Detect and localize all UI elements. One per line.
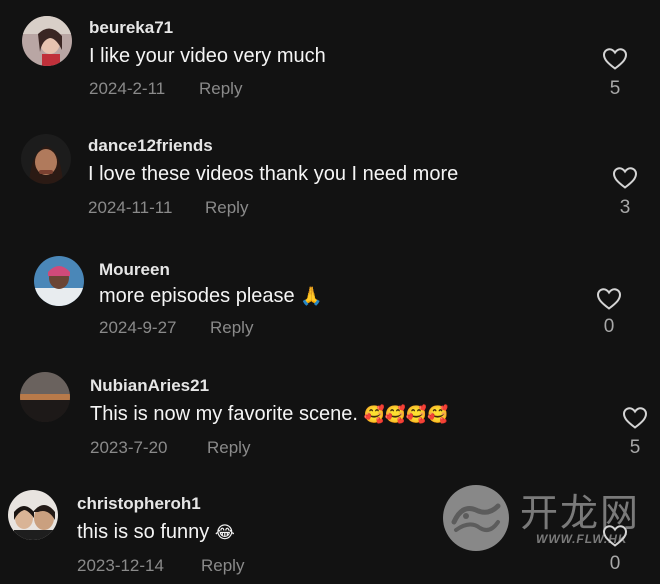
comment-date: 2023-12-14 bbox=[77, 556, 164, 575]
heart-icon[interactable] bbox=[602, 524, 628, 548]
reply-button[interactable]: Reply bbox=[210, 318, 253, 338]
comment-date: 2024-11-11 bbox=[88, 198, 173, 217]
comment-text: I like your video very much bbox=[89, 45, 326, 67]
like-count: 5 bbox=[609, 78, 621, 99]
like-count: 3 bbox=[619, 197, 631, 218]
fengling-logo-icon bbox=[443, 485, 509, 551]
comment-text-body: This is now my favorite scene. bbox=[90, 403, 358, 425]
comment-text: this is so funny 😂 bbox=[77, 521, 235, 544]
avatar[interactable] bbox=[34, 256, 84, 306]
comment-date: 2024-9-27 bbox=[99, 318, 177, 337]
comment-text: I love these videos thank you I need mor… bbox=[88, 163, 459, 185]
avatar[interactable] bbox=[22, 16, 72, 66]
group-photo-icon bbox=[8, 490, 58, 540]
comment-username[interactable]: beureka71 bbox=[89, 18, 173, 38]
avatar[interactable] bbox=[8, 490, 58, 540]
reply-button[interactable]: Reply bbox=[207, 438, 250, 458]
reply-button[interactable]: Reply bbox=[205, 198, 248, 218]
comment-text-body: this is so funny bbox=[77, 521, 210, 543]
comment-username[interactable]: dance12friends bbox=[88, 136, 213, 156]
smiling-face-with-hearts-emoji: 🥰🥰🥰🥰 bbox=[363, 405, 449, 424]
reply-button[interactable]: Reply bbox=[201, 556, 244, 576]
heart-icon[interactable] bbox=[622, 406, 648, 430]
comment-username[interactable]: NubianAries21 bbox=[90, 376, 209, 396]
praying-hands-emoji: 🙏 bbox=[300, 286, 323, 306]
user-photo-icon bbox=[21, 134, 71, 184]
reply-button[interactable]: Reply bbox=[199, 79, 242, 99]
heart-icon[interactable] bbox=[602, 47, 628, 71]
comment-username[interactable]: Moureen bbox=[99, 260, 170, 280]
comment-date: 2024-2-11 bbox=[89, 79, 166, 98]
heart-icon[interactable] bbox=[596, 287, 622, 311]
comment-text: more episodes please 🙏 bbox=[99, 285, 323, 308]
like-count: 0 bbox=[609, 553, 621, 574]
avatar[interactable] bbox=[20, 372, 70, 422]
heart-icon[interactable] bbox=[612, 166, 638, 190]
like-count: 0 bbox=[603, 316, 615, 337]
comment-text-body: more episodes please bbox=[99, 285, 295, 307]
tears-of-joy-emoji: 😂 bbox=[214, 523, 235, 542]
user-photo-icon bbox=[22, 16, 72, 66]
comment-text: This is now my favorite scene. 🥰🥰🥰🥰 bbox=[90, 403, 448, 426]
like-count: 5 bbox=[629, 437, 641, 458]
comment-date: 2023-7-20 bbox=[90, 438, 168, 457]
sunset-photo-icon bbox=[20, 372, 70, 422]
user-photo-icon bbox=[34, 256, 84, 306]
comment-username[interactable]: christopheroh1 bbox=[77, 494, 201, 514]
avatar[interactable] bbox=[21, 134, 71, 184]
